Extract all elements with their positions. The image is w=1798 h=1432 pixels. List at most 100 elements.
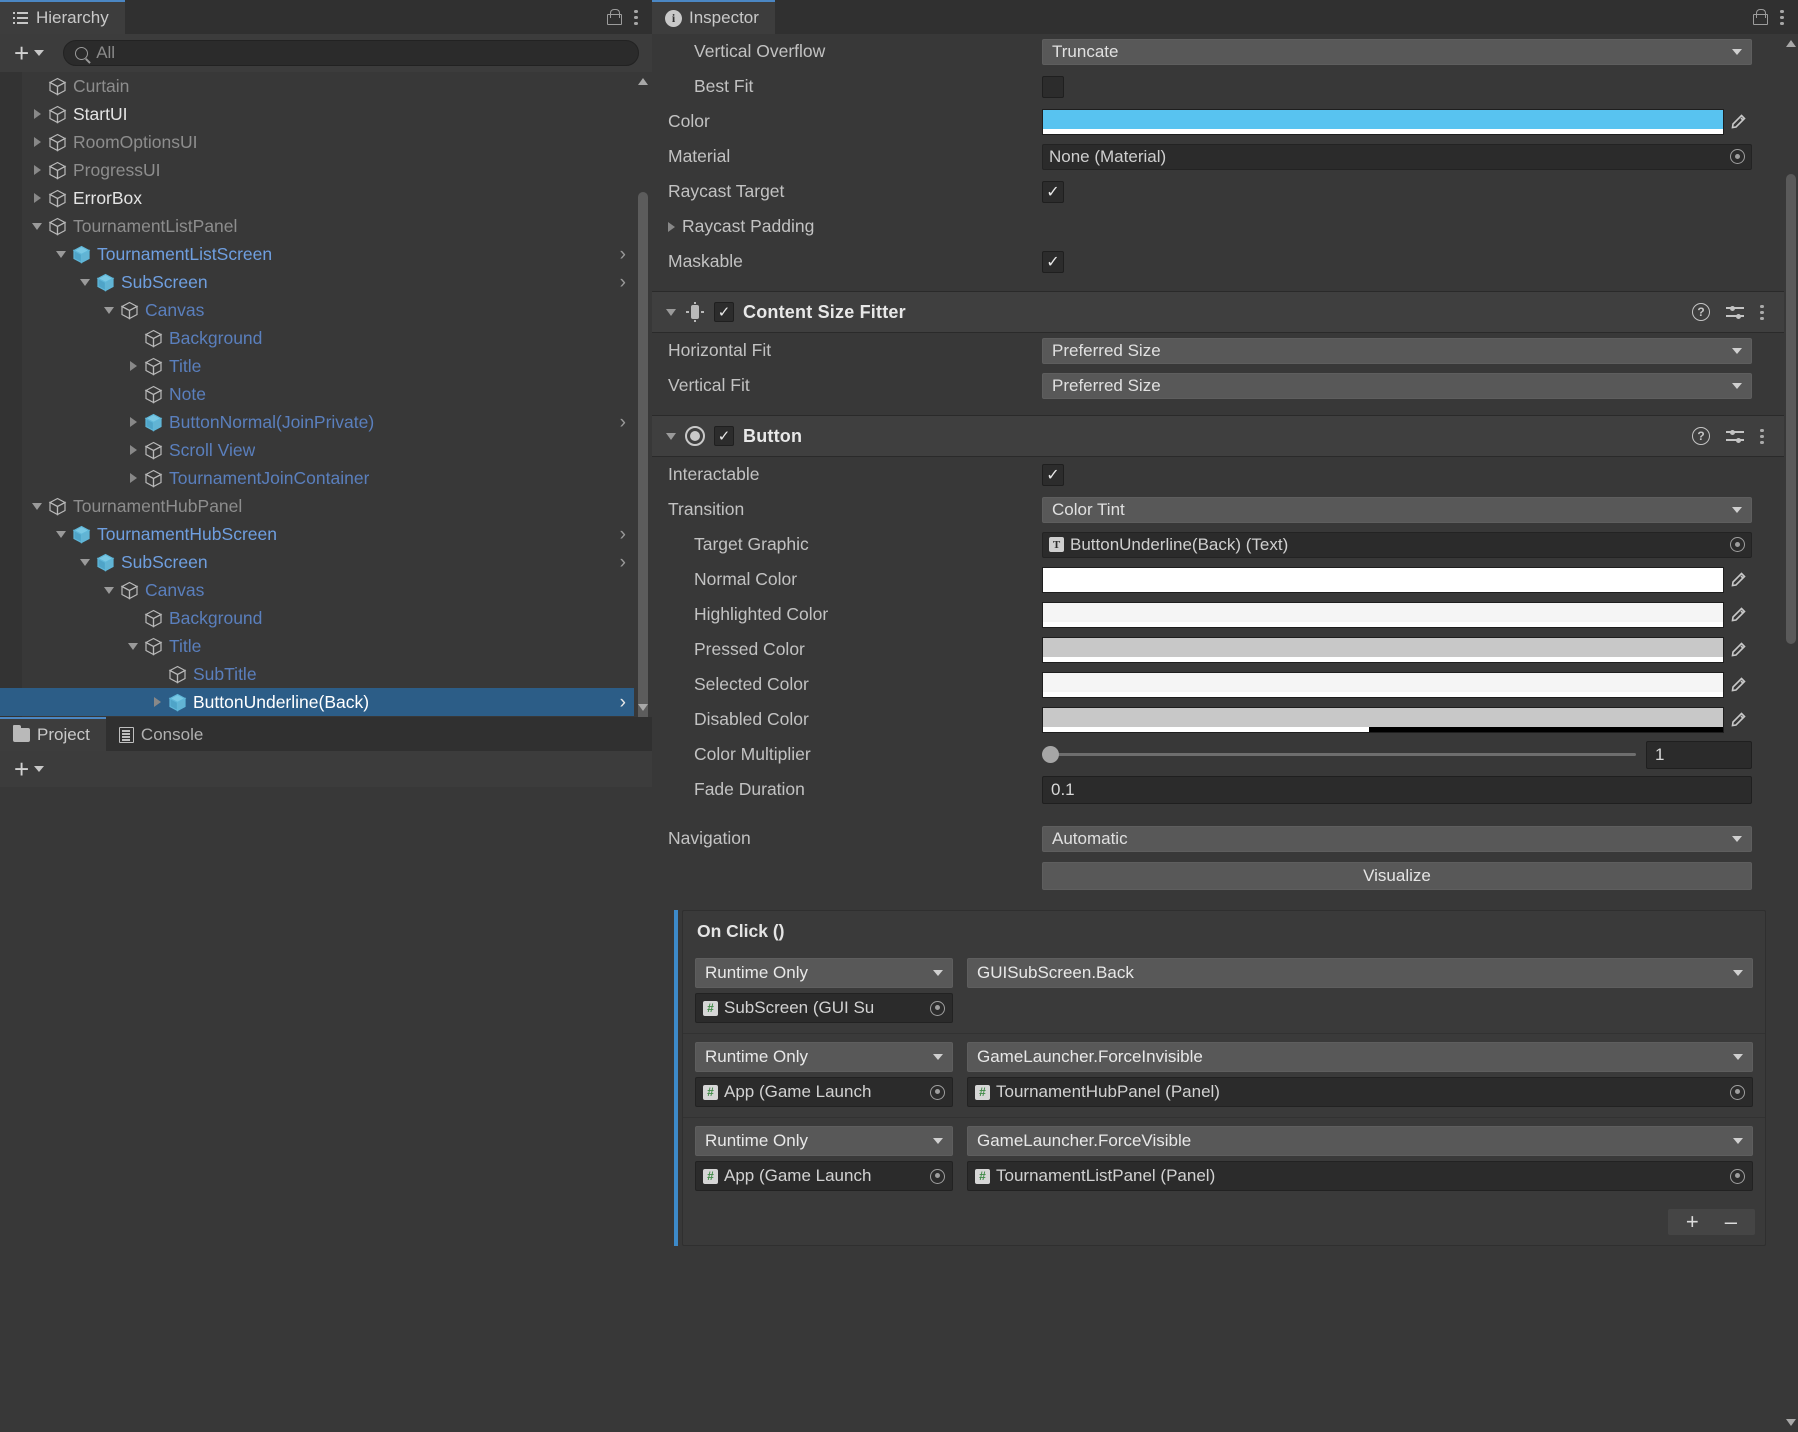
hierarchy-row[interactable]: SubTitle xyxy=(0,660,634,688)
visualize-button[interactable]: Visualize xyxy=(1042,862,1752,890)
twirl-toggle[interactable] xyxy=(98,307,120,314)
event-target-object[interactable]: App (Game Launch xyxy=(695,1077,953,1107)
color-swatch[interactable] xyxy=(1042,672,1724,698)
event-target-object[interactable]: App (Game Launch xyxy=(695,1161,953,1191)
object-picker-icon[interactable] xyxy=(1730,537,1745,552)
kebab-menu-icon[interactable] xyxy=(1780,9,1784,26)
search-input[interactable]: All xyxy=(63,40,639,66)
twirl-toggle[interactable] xyxy=(74,559,96,566)
event-target-object[interactable]: SubScreen (GUI Su xyxy=(695,993,953,1023)
hierarchy-row[interactable]: Scroll View xyxy=(0,436,634,464)
eyedropper-icon[interactable] xyxy=(1724,602,1752,628)
hierarchy-scrollbar[interactable] xyxy=(634,72,652,717)
hierarchy-row[interactable]: Canvas xyxy=(0,576,634,604)
event-mode-dropdown[interactable]: Runtime Only xyxy=(695,1126,953,1156)
project-add-button[interactable]: + xyxy=(7,758,51,780)
tab-inspector[interactable]: i Inspector xyxy=(652,0,775,34)
checkbox[interactable]: ✓ xyxy=(1042,464,1064,486)
event-mode-dropdown[interactable]: Runtime Only xyxy=(695,958,953,988)
hierarchy-row[interactable]: TournamentListScreen› xyxy=(0,240,634,268)
scrollbar-thumb[interactable] xyxy=(1786,174,1796,644)
dropdown[interactable]: Truncate xyxy=(1042,39,1752,65)
twirl-toggle[interactable] xyxy=(26,165,48,175)
chevron-right-icon[interactable] xyxy=(668,222,675,232)
hierarchy-row[interactable]: StartUI xyxy=(0,100,634,128)
twirl-toggle[interactable] xyxy=(98,587,120,594)
object-picker-icon[interactable] xyxy=(1730,1085,1745,1100)
scroll-down-icon[interactable] xyxy=(1786,1419,1796,1426)
twirl-toggle[interactable] xyxy=(26,109,48,119)
twirl-toggle[interactable] xyxy=(50,531,72,538)
remove-event-button[interactable]: – xyxy=(1725,1213,1737,1231)
text-input[interactable]: 0.1 xyxy=(1042,776,1752,804)
hierarchy-row[interactable]: ProgressUI xyxy=(0,156,634,184)
hierarchy-row[interactable]: SubScreen› xyxy=(0,548,634,576)
hierarchy-row[interactable]: TournamentHubPanel xyxy=(0,492,634,520)
eyedropper-icon[interactable] xyxy=(1724,567,1752,593)
checkbox[interactable]: ✓ xyxy=(1042,76,1064,98)
open-prefab-chevron-icon[interactable]: › xyxy=(608,413,626,432)
scroll-up-icon[interactable] xyxy=(1786,40,1796,47)
tab-console[interactable]: Console xyxy=(106,717,219,751)
twirl-toggle[interactable] xyxy=(26,503,48,510)
slider-knob[interactable] xyxy=(1042,746,1059,763)
object-picker-icon[interactable] xyxy=(930,1001,945,1016)
kebab-menu-icon[interactable] xyxy=(1760,304,1764,321)
color-field[interactable] xyxy=(1042,707,1752,733)
color-field[interactable] xyxy=(1042,672,1752,698)
hierarchy-row[interactable]: TournamentJoinContainer xyxy=(0,464,634,492)
object-picker-icon[interactable] xyxy=(1730,149,1745,164)
checkbox[interactable]: ✓ xyxy=(1042,181,1064,203)
event-method-dropdown[interactable]: GameLauncher.ForceVisible xyxy=(967,1126,1753,1156)
hierarchy-row[interactable]: ButtonNormal(JoinPrivate)› xyxy=(0,408,634,436)
hierarchy-row[interactable]: TournamentListPanel xyxy=(0,212,634,240)
color-field[interactable] xyxy=(1042,637,1752,663)
color-swatch[interactable] xyxy=(1042,707,1724,733)
color-swatch[interactable] xyxy=(1042,637,1724,663)
hierarchy-row[interactable]: Note xyxy=(0,380,634,408)
hierarchy-row[interactable]: Curtain xyxy=(0,72,634,100)
checkbox[interactable]: ✓ xyxy=(1042,251,1064,273)
twirl-toggle[interactable] xyxy=(26,223,48,230)
open-prefab-chevron-icon[interactable]: › xyxy=(608,273,626,292)
eyedropper-icon[interactable] xyxy=(1724,672,1752,698)
component-header-content-size-fitter[interactable]: ✓ Content Size Fitter ? xyxy=(652,291,1784,333)
open-prefab-chevron-icon[interactable]: › xyxy=(608,693,626,712)
scrollbar-thumb[interactable] xyxy=(638,192,648,717)
foldout-triangle-icon[interactable] xyxy=(666,433,676,440)
object-field[interactable]: TButtonUnderline(Back) (Text) xyxy=(1042,532,1752,558)
color-swatch[interactable] xyxy=(1042,602,1724,628)
preset-icon[interactable] xyxy=(1726,427,1744,445)
kebab-menu-icon[interactable] xyxy=(1760,428,1764,445)
twirl-toggle[interactable] xyxy=(122,473,144,483)
twirl-toggle[interactable] xyxy=(74,279,96,286)
twirl-toggle[interactable] xyxy=(122,361,144,371)
hierarchy-list[interactable]: Curtain StartUI RoomOptionsUI ProgressUI… xyxy=(0,72,634,717)
tab-hierarchy[interactable]: Hierarchy xyxy=(0,0,125,34)
color-field[interactable] xyxy=(1042,109,1752,135)
twirl-toggle[interactable] xyxy=(26,193,48,203)
component-header-button[interactable]: ✓ Button ? xyxy=(652,415,1784,457)
twirl-toggle[interactable] xyxy=(122,445,144,455)
slider-number-input[interactable]: 1 xyxy=(1646,741,1752,769)
add-event-button[interactable]: + xyxy=(1686,1213,1699,1231)
open-prefab-chevron-icon[interactable]: › xyxy=(608,525,626,544)
twirl-toggle[interactable] xyxy=(146,697,168,707)
hierarchy-row-selected[interactable]: ButtonUnderline(Back)› xyxy=(0,688,634,716)
event-method-dropdown[interactable]: GameLauncher.ForceInvisible xyxy=(967,1042,1753,1072)
scroll-down-icon[interactable] xyxy=(638,704,648,711)
event-argument-object[interactable]: TournamentListPanel (Panel) xyxy=(967,1161,1753,1191)
event-method-dropdown[interactable]: GUISubScreen.Back xyxy=(967,958,1753,988)
help-icon[interactable]: ? xyxy=(1692,303,1710,321)
twirl-toggle[interactable] xyxy=(122,417,144,427)
add-gameobject-button[interactable]: + xyxy=(7,42,51,64)
color-swatch[interactable] xyxy=(1042,109,1724,135)
dropdown[interactable]: Preferred Size xyxy=(1042,338,1752,364)
component-enabled-checkbox[interactable]: ✓ xyxy=(714,426,734,446)
help-icon[interactable]: ? xyxy=(1692,427,1710,445)
tab-project[interactable]: Project xyxy=(0,717,106,751)
twirl-toggle[interactable] xyxy=(50,251,72,258)
object-picker-icon[interactable] xyxy=(930,1169,945,1184)
object-picker-icon[interactable] xyxy=(1730,1169,1745,1184)
event-mode-dropdown[interactable]: Runtime Only xyxy=(695,1042,953,1072)
